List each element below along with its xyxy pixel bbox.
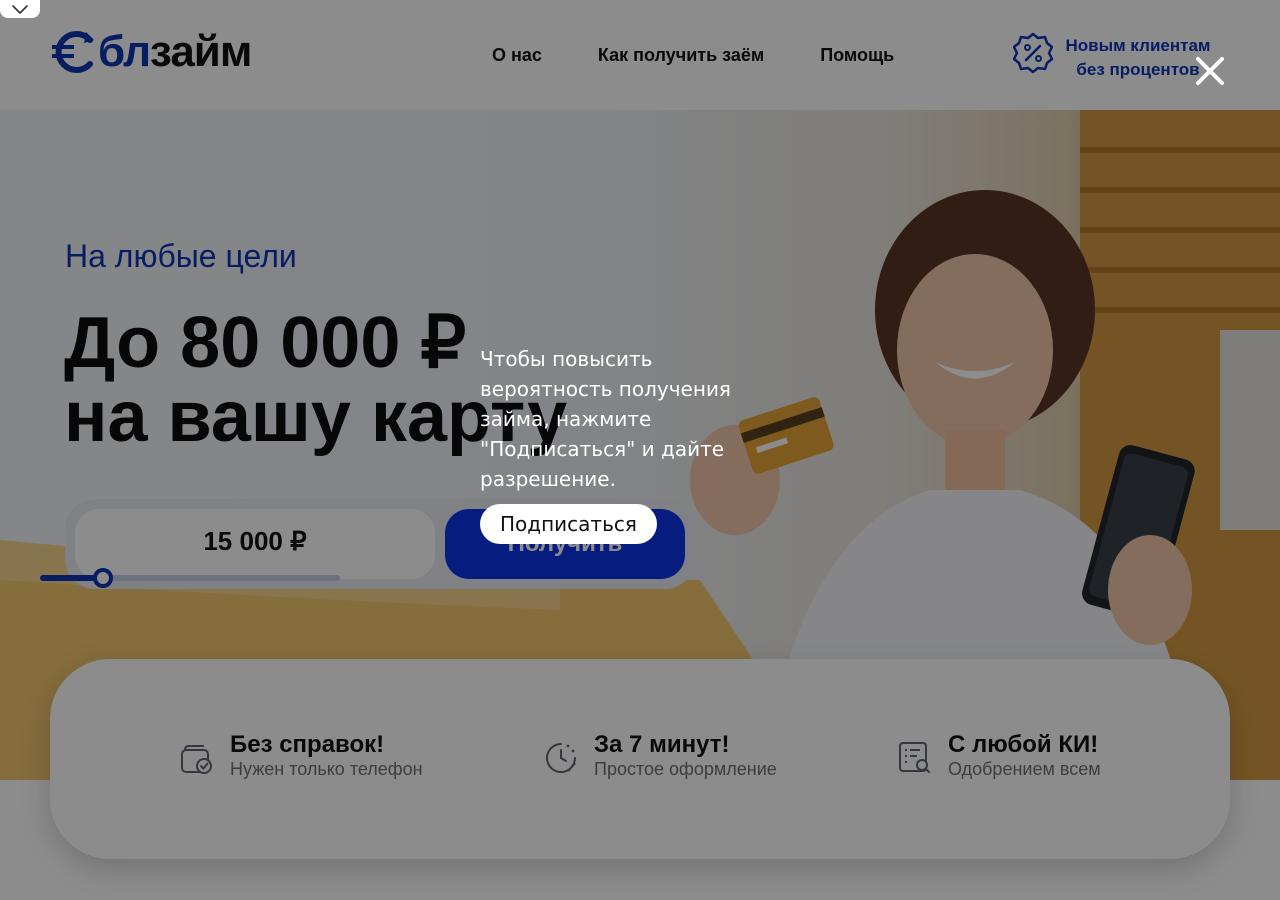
collapse-toggle[interactable] <box>0 0 40 18</box>
close-icon[interactable] <box>1190 51 1230 91</box>
chevron-down-icon <box>12 5 28 14</box>
subscribe-button[interactable]: Подписаться <box>480 504 657 544</box>
subscribe-message: Чтобы повысить вероятность получения зай… <box>480 347 731 491</box>
